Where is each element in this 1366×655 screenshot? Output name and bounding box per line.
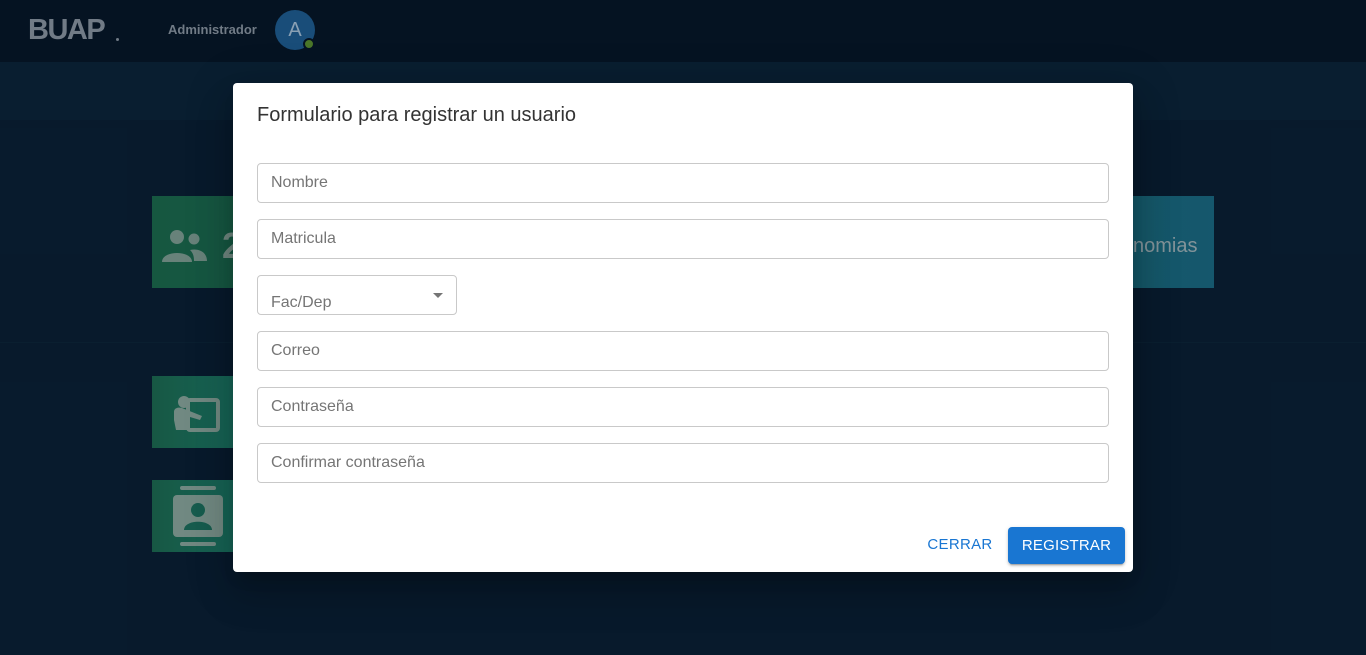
confirmar-contrasena-field[interactable]	[257, 443, 1109, 483]
chevron-down-icon[interactable]	[433, 293, 443, 298]
fac-dep-label: Fac/Dep	[271, 294, 332, 311]
matricula-field[interactable]	[257, 219, 1109, 259]
register-button[interactable]: REGISTRAR	[1008, 527, 1125, 564]
fac-dep-select[interactable]: Fac/Dep	[257, 275, 457, 315]
dialog-title: Formulario para registrar un usuario	[257, 104, 577, 126]
nombre-input[interactable]	[258, 164, 1108, 202]
register-user-dialog: Formulario para registrar un usuario Fac…	[233, 83, 1133, 572]
confirmar-contrasena-input[interactable]	[258, 444, 1108, 482]
nombre-field[interactable]	[257, 163, 1109, 203]
correo-input[interactable]	[258, 332, 1108, 370]
close-button[interactable]: CERRAR	[919, 527, 1001, 563]
contrasena-field[interactable]	[257, 387, 1109, 427]
correo-field[interactable]	[257, 331, 1109, 371]
matricula-input[interactable]	[258, 220, 1108, 258]
contrasena-input[interactable]	[258, 388, 1108, 426]
